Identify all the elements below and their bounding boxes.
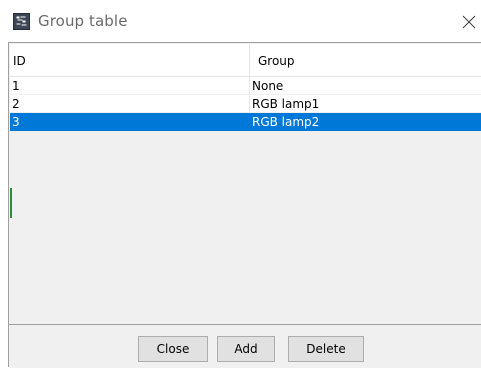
group-table-app-icon: [13, 13, 30, 30]
table-header: ID Group: [10, 44, 481, 77]
column-header-group[interactable]: Group: [250, 44, 481, 76]
cell-id: 3: [10, 113, 250, 131]
group-table-dialog: Group table ID Group 1 None 2 RGB lamp1 3 RGB…: [0, 0, 481, 368]
table-row[interactable]: 2 RGB lamp1: [10, 95, 481, 113]
table-body: 1 None 2 RGB lamp1 3 RGB lamp2: [10, 77, 481, 131]
delete-button[interactable]: Delete: [288, 336, 364, 362]
close-icon[interactable]: [462, 14, 476, 29]
column-header-id[interactable]: ID: [10, 44, 250, 76]
window-title: Group table: [38, 12, 128, 30]
close-button[interactable]: Close: [138, 336, 208, 362]
dialog-client-area: ID Group 1 None 2 RGB lamp1 3 RGB lamp2 Close…: [8, 42, 481, 368]
add-button[interactable]: Add: [217, 336, 275, 362]
button-bar: Close Add Delete: [9, 325, 481, 368]
group-table[interactable]: ID Group 1 None 2 RGB lamp1 3 RGB lamp2: [10, 44, 481, 324]
title-bar[interactable]: Group table: [0, 0, 481, 42]
focus-accent: [10, 188, 12, 218]
cell-id: 2: [10, 95, 250, 113]
cell-group: None: [252, 79, 284, 93]
table-row[interactable]: 1 None: [10, 77, 481, 95]
cell-group: RGB lamp1: [252, 97, 320, 111]
cell-group: RGB lamp2: [252, 115, 320, 129]
cell-id: 1: [10, 77, 250, 95]
table-row[interactable]: 3 RGB lamp2: [10, 113, 481, 131]
